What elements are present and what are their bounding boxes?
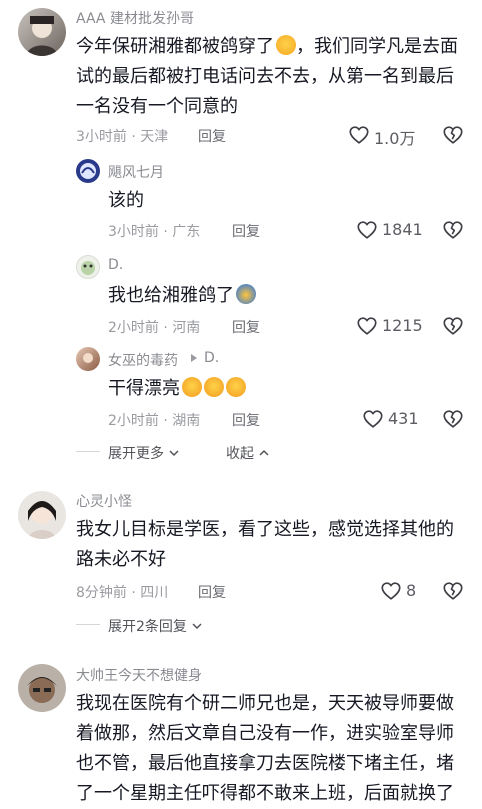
avatar-image	[80, 163, 96, 179]
comment-line: ，我们同学凡是去面	[296, 36, 458, 57]
broken-heart-icon[interactable]	[442, 219, 464, 241]
comment-line: 着做那，然后文章自己没有一作，进实验室导师	[76, 723, 454, 744]
chevron-up-icon	[258, 447, 270, 459]
reply-to-name[interactable]: D.	[204, 350, 219, 366]
avatar[interactable]	[76, 159, 100, 183]
thread-rule	[76, 624, 100, 625]
crying-emoji-icon	[182, 377, 202, 397]
comment-line: 我也给湘雅鸽了	[108, 285, 234, 306]
like-count: 8	[406, 581, 417, 600]
comment-meta: 8分钟前 · 四川	[76, 585, 169, 601]
avatar-image	[27, 677, 57, 703]
commenter-name[interactable]: AAA 建材批发孙哥	[76, 8, 194, 28]
reply-button[interactable]: 回复	[232, 410, 260, 430]
avatar-image	[26, 16, 58, 56]
heart-icon[interactable]	[362, 408, 384, 430]
comment-text: 我现在医院有个研二师兄也是，天天被导师要做 着做那，然后文章自己没有一作，进实验…	[76, 689, 480, 809]
expand-replies-button[interactable]: 展开2条回复	[108, 616, 203, 636]
reply-arrow-icon	[188, 352, 200, 364]
broken-heart-icon[interactable]	[442, 408, 464, 430]
comment-line: 了一个星期主任吓得都不敢来上班，后面就换了	[76, 783, 454, 804]
heart-icon[interactable]	[356, 219, 378, 241]
broken-heart-icon[interactable]	[442, 315, 464, 337]
comment-text: 该的	[108, 190, 144, 211]
comment-text: 我也给湘雅鸽了	[108, 281, 256, 311]
avatar[interactable]	[18, 8, 66, 56]
expand-replies-label: 展开2条回复	[108, 619, 187, 635]
avatar[interactable]	[18, 491, 66, 539]
collapse-label: 收起	[226, 446, 254, 462]
like-count: 431	[388, 409, 419, 428]
avatar-image	[28, 501, 56, 539]
broken-heart-icon[interactable]	[442, 580, 464, 602]
avatar-image	[81, 261, 95, 275]
commenter-name[interactable]: 飓风七月	[108, 162, 164, 182]
comment-line: 也不管，最后他直接拿刀去医院楼下堵主任，堵	[76, 753, 454, 774]
angry-emoji-icon	[236, 284, 256, 304]
commenter-name[interactable]: 女巫的毒药	[108, 350, 178, 370]
comment-text: 我女儿目标是学医，看了这些，感觉选择其他的 路未必不好	[76, 515, 476, 575]
reply-button[interactable]: 回复	[198, 126, 226, 146]
crying-emoji-icon	[204, 377, 224, 397]
reply-button[interactable]: 回复	[232, 221, 260, 241]
expand-more-button[interactable]: 展开更多	[108, 443, 180, 463]
broken-heart-icon[interactable]	[442, 124, 464, 146]
avatar-image	[83, 353, 93, 363]
laughing-crying-emoji-icon	[276, 35, 296, 55]
comment-meta: 3小时前 · 广东	[108, 224, 201, 240]
comment-meta: 2小时前 · 湖南	[108, 413, 201, 429]
comment-line: 试的最后都被打电话问去不去，从第一名到最后	[76, 66, 454, 87]
heart-icon[interactable]	[356, 315, 378, 337]
comment-line: 干得漂亮	[108, 378, 180, 399]
like-count: 1215	[382, 316, 423, 335]
chevron-down-icon	[191, 620, 203, 632]
comment-line: 我女儿目标是学医，看了这些，感觉选择其他的	[76, 519, 454, 540]
commenter-name[interactable]: 心灵小怪	[76, 491, 132, 511]
avatar[interactable]	[76, 347, 100, 371]
avatar[interactable]	[76, 255, 100, 279]
chevron-down-icon	[168, 447, 180, 459]
comment-text: 干得漂亮	[108, 374, 246, 404]
commenter-name[interactable]: D.	[108, 257, 123, 273]
comment-line: 今年保研湘雅都被鸽穿了	[76, 36, 274, 57]
avatar[interactable]	[18, 664, 66, 712]
comment-meta: 3小时前 · 天津	[76, 129, 169, 145]
comment-line: 我现在医院有个研二师兄也是，天天被导师要做	[76, 693, 454, 714]
commenter-name[interactable]: 大帅王今天不想健身	[76, 665, 202, 685]
collapse-button[interactable]: 收起	[226, 443, 270, 463]
like-count: 1.0万	[374, 129, 416, 148]
thread-rule	[76, 451, 100, 452]
comment-line: 路未必不好	[76, 549, 166, 570]
comment-line: 一名没有一个同意的	[76, 96, 238, 117]
comment-text: 今年保研湘雅都被鸽穿了 ，我们同学凡是去面 试的最后都被打电话问去不去，从第一名到…	[76, 32, 476, 122]
comment-meta: 2小时前 · 河南	[108, 320, 201, 336]
like-count: 1841	[382, 220, 423, 239]
heart-icon[interactable]	[380, 580, 402, 602]
crying-emoji-icon	[226, 377, 246, 397]
expand-more-label: 展开更多	[108, 446, 164, 462]
heart-icon[interactable]	[348, 124, 370, 146]
reply-button[interactable]: 回复	[232, 317, 260, 337]
reply-button[interactable]: 回复	[198, 582, 226, 602]
